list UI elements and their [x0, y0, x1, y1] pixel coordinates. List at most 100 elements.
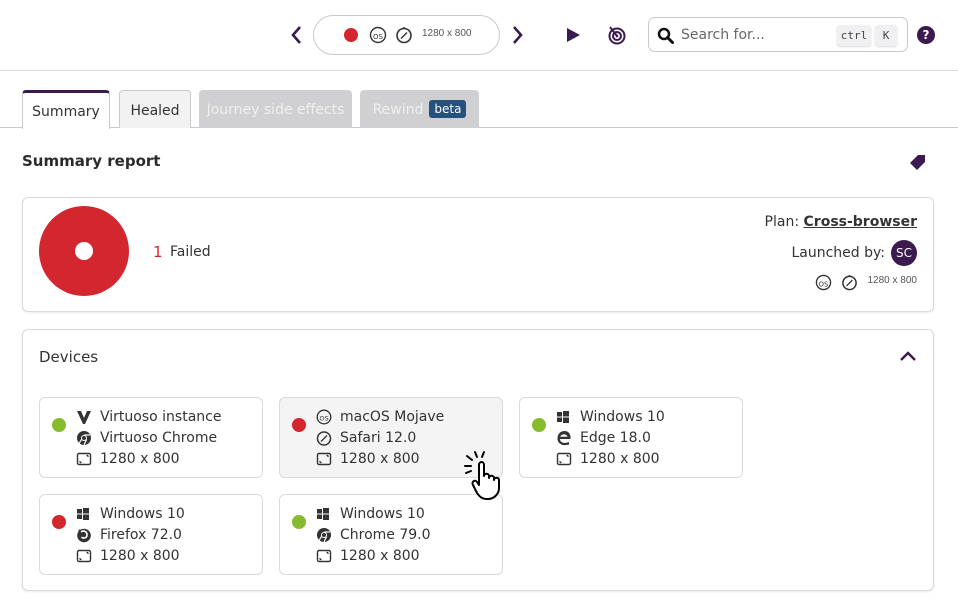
resolution-icon: [76, 452, 92, 466]
browser-label: Chrome 79.0: [340, 527, 431, 543]
svg-text:OS: OS: [319, 415, 328, 423]
devices-title: Devices: [39, 348, 99, 366]
browser-label: Firefox 72.0: [100, 527, 182, 543]
chrome-icon: [77, 431, 91, 446]
device-os: OS macOS Mojave: [316, 407, 444, 427]
tab-journey-side-effects[interactable]: Journey side effects: [199, 90, 352, 128]
edge-icon: [557, 431, 571, 446]
help-button[interactable]: ?: [917, 26, 935, 44]
browser-label: Edge 18.0: [580, 430, 651, 446]
resolution-icon: [316, 549, 332, 563]
device-resolution: 1280 x 800: [316, 449, 420, 469]
tab-label: Summary: [32, 104, 100, 120]
device-resolution: 1280 x 800: [316, 546, 420, 566]
device-resolution: 1280 x 800: [556, 449, 660, 469]
chevron-up-icon[interactable]: [899, 348, 917, 364]
shortcut-key-ctrl: ctrl: [837, 25, 871, 46]
plan-label: Plan:: [764, 214, 800, 230]
failed-label: Failed: [170, 244, 211, 260]
target-icon[interactable]: [607, 25, 627, 45]
resolution-label: 1280 x 800: [100, 451, 180, 467]
question-icon: ?: [922, 28, 930, 42]
device-browser: Virtuoso Chrome: [76, 428, 217, 448]
svg-text:10: 10: [91, 512, 92, 517]
safari-icon: [842, 275, 857, 291]
resolution-label: 1280 x 800: [580, 451, 660, 467]
search-box: ctrl K: [648, 17, 908, 52]
donut-hole: [75, 242, 93, 260]
resolution-label: 1280 x 800: [867, 275, 918, 286]
launched-by-label: Launched by:: [791, 245, 885, 261]
next-button[interactable]: [511, 24, 525, 46]
chevron-left-icon: [291, 26, 301, 44]
search-icon: [657, 27, 674, 44]
device-card[interactable]: 10 Windows 10 Firefox 72.0 1280 x 800: [39, 494, 263, 575]
search-input[interactable]: [681, 24, 831, 46]
device-browser: Safari 12.0: [316, 428, 416, 448]
virtuoso-icon: [77, 411, 91, 424]
tab-summary[interactable]: Summary: [22, 90, 110, 129]
device-card[interactable]: 10 Windows 10 Edge 18.0 1280 x 800: [519, 397, 743, 478]
page-title: Summary report: [22, 152, 161, 170]
device-selector[interactable]: OS 1280 x 800: [313, 15, 500, 55]
device-os: 10 Windows 10: [556, 407, 665, 427]
device-resolution: 1280 x 800: [76, 546, 180, 566]
device-card[interactable]: 10 Windows 10 Chrome 79.0 1280 x 800: [279, 494, 503, 575]
status-dot-passed: [292, 515, 306, 529]
devices-panel: Devices Virtuoso instance Virtuoso Chrome…: [22, 329, 934, 591]
os-label: macOS Mojave: [340, 409, 445, 425]
status-dot-failed: [52, 515, 66, 529]
os-label: Windows 10: [340, 506, 425, 522]
os-label: Windows 10: [100, 506, 185, 522]
safari-icon: [316, 431, 332, 446]
resolution-icon: [556, 452, 572, 466]
chevron-right-icon: [513, 26, 523, 44]
device-card[interactable]: OS macOS Mojave Safari 12.0 1280 x 800: [279, 397, 503, 478]
macos-icon: OS: [369, 26, 387, 44]
device-browser: Chrome 79.0: [316, 525, 431, 545]
windows-icon: 10: [77, 508, 92, 520]
avatar[interactable]: SC: [891, 240, 917, 266]
result-donut-chart: [39, 206, 129, 296]
status-dot-passed: [532, 418, 546, 432]
resolution-label: 1280 x 800: [340, 451, 420, 467]
plan-link[interactable]: Cross-browser: [804, 214, 917, 230]
resolution-label: 1280 x 800: [422, 28, 472, 39]
summary-card: 1 Failed Plan: Cross-browser Launched by…: [22, 197, 934, 312]
shortcut-key-k: K: [875, 25, 897, 46]
macos-icon: OS: [815, 274, 832, 291]
chrome-icon: [317, 528, 331, 543]
tab-rewind[interactable]: Rewind beta: [360, 90, 479, 128]
resolution-icon: [76, 549, 92, 563]
device-card[interactable]: Virtuoso instance Virtuoso Chrome 1280 x 8…: [39, 397, 263, 478]
device-browser: Edge 18.0: [556, 428, 651, 448]
tab-healed[interactable]: Healed: [119, 90, 191, 128]
windows-icon: 10: [317, 508, 332, 520]
device-resolution: 1280 x 800: [76, 449, 180, 469]
status-dot-passed: [52, 418, 66, 432]
windows-icon: 10: [557, 411, 572, 423]
resolution-label: 1280 x 800: [100, 548, 180, 564]
tag-icon[interactable]: [907, 152, 927, 172]
failed-count: 1: [153, 243, 163, 261]
os-label: Virtuoso instance: [100, 409, 222, 425]
tab-label: Healed: [130, 103, 180, 119]
tab-label: Rewind: [372, 102, 424, 118]
play-icon[interactable]: [565, 27, 581, 43]
safari-icon: [396, 27, 412, 44]
svg-text:OS: OS: [819, 280, 828, 288]
previous-button[interactable]: [289, 24, 303, 46]
device-os: 10 Windows 10: [316, 504, 425, 524]
browser-label: Safari 12.0: [340, 430, 417, 446]
resolution-label: 1280 x 800: [340, 548, 420, 564]
status-dot-failed: [292, 418, 306, 432]
svg-text:10: 10: [331, 512, 332, 517]
browser-label: Virtuoso Chrome: [100, 430, 218, 446]
tab-label: Journey side effects: [206, 102, 345, 118]
status-dot: [344, 28, 358, 42]
svg-text:OS: OS: [373, 33, 384, 41]
resolution-icon: [316, 452, 332, 466]
tab-bar: Summary Healed Journey side effects Rewi…: [0, 90, 958, 129]
os-label: Windows 10: [580, 409, 665, 425]
plan-info: Plan: Cross-browser: [765, 214, 917, 230]
